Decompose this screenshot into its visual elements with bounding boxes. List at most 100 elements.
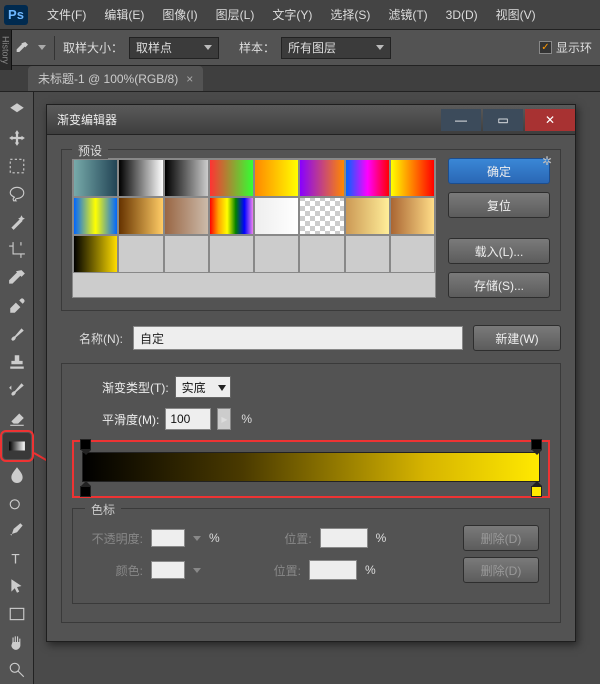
sample-size-value: 取样点 [136,39,172,56]
gradient-tool[interactable] [3,433,31,459]
opacity-value[interactable] [151,529,185,547]
gradient-settings: 渐变类型(T): 实底 平滑度(M): ▸ % [61,363,561,623]
show-ring-checkbox[interactable]: ✓ [539,41,552,54]
wand-tool[interactable] [3,209,31,235]
eyedropper-tool[interactable] [3,265,31,291]
chevron-down-icon [376,45,384,50]
presets-label: 预设 [72,142,108,159]
options-bar: 取样大小： 取样点 样本： 所有图层 ✓ 显示环 [0,30,600,66]
menu-filter[interactable]: 滤镜(T) [379,6,436,23]
color-label: 颜色: [87,562,143,579]
sample-size-select[interactable]: 取样点 [129,37,219,59]
menu-3d[interactable]: 3D(D) [437,8,487,22]
document-tab-label: 未标题-1 @ 100%(RGB/8) [38,70,178,87]
menu-select[interactable]: 选择(S) [321,6,379,23]
presets-menu-icon[interactable]: ✲ [542,154,552,168]
sample-value: 所有图层 [288,39,336,56]
sample-size-label: 取样大小： [63,39,123,56]
smoothness-input[interactable] [165,408,211,430]
menu-edit[interactable]: 编辑(E) [95,6,153,23]
stamp-tool[interactable] [3,349,31,375]
pen-tool[interactable] [3,517,31,543]
show-ring-label: 显示环 [556,39,592,56]
minimize-button[interactable]: ― [441,109,481,131]
dodge-tool[interactable] [3,489,31,515]
lasso-tool[interactable] [3,181,31,207]
document-tab[interactable]: 未标题-1 @ 100%(RGB/8) × [28,66,203,91]
position-label: 位置: [256,530,312,547]
gradient-bar-highlight [72,440,550,498]
opacity-label: 不透明度: [87,530,143,547]
delete-opacity-stop-button[interactable]: 删除(D) [463,525,539,551]
eyedropper-icon [14,40,30,56]
presets-fieldset: 预设 ✲ [61,149,561,311]
rectangle-tool[interactable] [3,601,31,627]
zoom-tool[interactable] [3,657,31,683]
opacity-stop-left[interactable] [80,439,91,453]
dialog-titlebar[interactable]: 渐变编辑器 ― ▭ ✕ [47,105,575,135]
opacity-stop-right[interactable] [531,439,542,453]
stops-label: 色标 [85,501,121,518]
color-position-input[interactable] [309,560,357,580]
position-label: 位置: [245,562,301,579]
smoothness-slider-icon[interactable]: ▸ [217,408,231,430]
close-tab-icon[interactable]: × [186,72,193,86]
chevron-down-icon [218,385,226,391]
brush-tool[interactable] [3,321,31,347]
app-menubar: Ps 文件(F) 编辑(E) 图像(I) 图层(L) 文字(Y) 选择(S) 滤… [0,0,600,30]
side-panel-tab[interactable]: History [0,30,12,70]
presets-grid[interactable] [72,158,436,298]
save-button[interactable]: 存储(S)... [448,272,550,298]
history-brush-tool[interactable] [3,377,31,403]
gradient-name-input[interactable] [133,326,463,350]
name-label: 名称(N): [61,330,123,347]
path-select-tool[interactable] [3,573,31,599]
color-swatch[interactable] [151,561,185,579]
ok-button[interactable]: 确定 [448,158,550,184]
percent-label: % [209,531,220,545]
chevron-down-icon[interactable] [38,45,46,50]
chevron-down-icon[interactable] [193,568,201,573]
crop-tool[interactable] [3,237,31,263]
heal-tool[interactable] [3,293,31,319]
hand-tool[interactable] [3,629,31,655]
menu-view[interactable]: 视图(V) [487,6,545,23]
blur-tool[interactable] [3,461,31,487]
percent-label: % [241,412,252,426]
load-button[interactable]: 载入(L)... [448,238,550,264]
menu-type[interactable]: 文字(Y) [263,6,321,23]
eraser-tool[interactable] [3,405,31,431]
dialog-title: 渐变编辑器 [57,111,117,128]
ps-logo: Ps [4,5,28,25]
menu-file[interactable]: 文件(F) [38,6,95,23]
svg-text:T: T [11,552,19,567]
menu-image[interactable]: 图像(I) [153,6,206,23]
new-button[interactable]: 新建(W) [473,325,561,351]
sample-label: 样本： [239,39,275,56]
gradient-type-value: 实底 [182,379,206,396]
move-tool[interactable] [3,125,31,151]
document-tab-bar: 未标题-1 @ 100%(RGB/8) × [0,66,600,92]
percent-label: % [365,563,376,577]
collapse-icon[interactable] [3,97,31,123]
type-tool[interactable]: T [3,545,31,571]
menu-layer[interactable]: 图层(L) [207,6,264,23]
percent-label: % [376,531,387,545]
gradient-bar[interactable] [82,452,540,482]
delete-color-stop-button[interactable]: 删除(D) [463,557,539,583]
gradient-editor-dialog: 渐变编辑器 ― ▭ ✕ 预设 ✲ [46,104,576,642]
chevron-down-icon[interactable] [193,536,201,541]
sample-layers-select[interactable]: 所有图层 [281,37,391,59]
color-stop-right[interactable] [531,481,542,495]
stops-fieldset: 色标 不透明度: % 位置: % 删除(D) 颜色: 位置: [72,508,550,604]
close-button[interactable]: ✕ [525,109,575,131]
toolbox: T [0,92,34,684]
gradient-type-select[interactable]: 实底 [175,376,231,398]
maximize-button[interactable]: ▭ [483,109,523,131]
marquee-tool[interactable] [3,153,31,179]
reset-button[interactable]: 复位 [448,192,550,218]
chevron-down-icon [204,45,212,50]
opacity-position-input[interactable] [320,528,368,548]
gradient-type-label: 渐变类型(T): [102,379,169,396]
color-stop-left[interactable] [80,481,91,495]
